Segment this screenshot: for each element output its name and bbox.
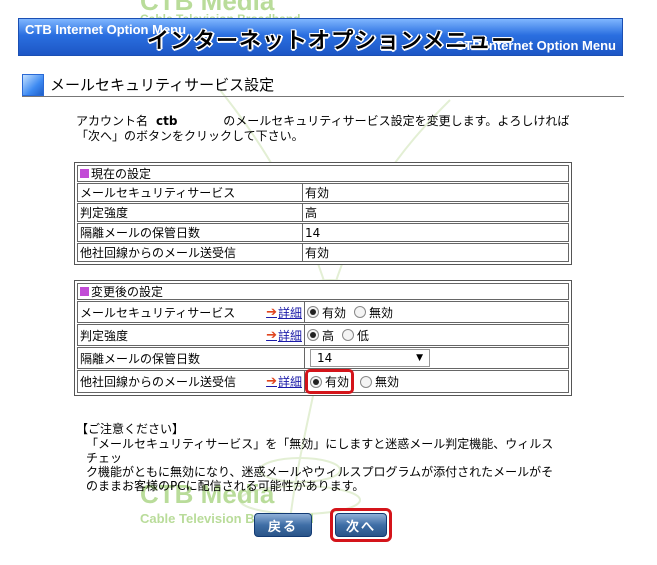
- notes-title: 【ご注意ください】: [76, 422, 185, 436]
- table-row: 隔離メールの保管日数 14: [77, 223, 569, 242]
- table-row: 判定強度 高: [77, 203, 569, 222]
- watermark-logo-top: CTB Media: [140, 0, 275, 16]
- retention-selected-value: 14: [317, 351, 333, 365]
- retention-cell: 14 ▼: [305, 348, 568, 368]
- service-detail-link[interactable]: ➔ 詳細: [266, 304, 302, 321]
- radio-label: 低: [357, 328, 370, 343]
- intro-prefix: アカウント名: [76, 114, 149, 128]
- radio-label: 高: [322, 328, 335, 343]
- intro-text-1: のメールセキュリティサービス設定を変更します。よろしければ: [223, 114, 570, 128]
- service-radio-off[interactable]: 無効: [354, 304, 393, 321]
- intro-text-2: 「次へ」のボタンをクリックして下さい。: [76, 129, 304, 143]
- section-header: メールセキュリティサービス設定: [22, 73, 624, 97]
- intro-text: アカウント名 ctb のメールセキュリティサービス設定を変更します。よろしければ …: [76, 114, 576, 144]
- chevron-down-icon: ▼: [416, 353, 423, 363]
- strength-radio-high[interactable]: 高: [307, 327, 334, 344]
- arrow-right-icon: ➔: [266, 327, 277, 343]
- radio-unchecked-icon: [360, 375, 373, 388]
- arrow-right-icon: ➔: [266, 304, 277, 320]
- row-label: メールセキュリティサービス: [78, 184, 303, 201]
- row-label: 隔離メールの保管日数: [78, 224, 303, 241]
- table-row: 他社回線からのメール送受信 有効: [77, 243, 569, 262]
- section-title: メールセキュリティサービス設定: [50, 76, 275, 94]
- strength-detail-link[interactable]: ➔ 詳細: [266, 327, 302, 344]
- notes-line-3: のままお客様のPCに配信される可能性があります。: [86, 479, 365, 493]
- arrow-right-icon: ➔: [266, 374, 277, 389]
- service-label: メールセキュリティサービス: [80, 305, 236, 320]
- radio-checked-icon: [307, 306, 319, 318]
- table-row: メールセキュリティサービス 有効: [77, 183, 569, 202]
- external-radio-on[interactable]: 有効: [304, 369, 355, 394]
- new-settings-table: 変更後の設定 メールセキュリティサービス ➔ 詳細 有効 無効 判定強度 ➔ 詳細 …: [74, 280, 572, 396]
- external-options: 有効 無効: [304, 369, 568, 394]
- radio-checked-icon: [307, 329, 319, 341]
- notes-body: 「メールセキュリティサービス」を「無効」にしますと迷惑メール判定機能、ウィルスチ…: [86, 437, 556, 493]
- radio-unchecked-icon: [342, 329, 355, 341]
- radio-label: 無効: [369, 305, 394, 320]
- setting-label-cell: 隔離メールの保管日数: [78, 348, 305, 368]
- external-radio-off[interactable]: 無効: [360, 373, 399, 390]
- retention-select[interactable]: 14 ▼: [310, 349, 430, 367]
- current-settings-header: 現在の設定: [77, 165, 569, 182]
- external-label: 他社回線からのメール送受信: [80, 375, 237, 389]
- notes-line-2: ク機能がともに無効になり、迷惑メールやウィルスプログラムが添付されたメールがそ: [86, 465, 554, 479]
- notes-line-1: 「メールセキュリティサービス」を「無効」にしますと迷惑メール判定機能、ウィルスチ…: [86, 437, 554, 465]
- strength-label: 判定強度: [80, 328, 129, 343]
- header-banner: CTB Internet Option Menu CTB Internet Op…: [18, 18, 623, 56]
- strength-options: 高 低: [305, 325, 568, 345]
- setting-label-cell: 他社回線からのメール送受信 ➔ 詳細: [78, 371, 305, 392]
- detail-link-text: 詳細: [277, 328, 302, 343]
- radio-checked-icon: [310, 375, 322, 388]
- setting-label-cell: メールセキュリティサービス ➔ 詳細: [78, 302, 305, 322]
- setting-row-retention: 隔離メールの保管日数 14 ▼: [77, 347, 569, 369]
- row-label: 判定強度: [78, 204, 303, 221]
- detail-link-text: 詳細: [277, 305, 302, 320]
- section-square-icon: [22, 73, 44, 96]
- radio-label: 無効: [375, 375, 400, 389]
- retention-label: 隔離メールの保管日数: [80, 351, 201, 366]
- section-marker-icon: [80, 169, 89, 178]
- next-button[interactable]: 次へ: [335, 513, 387, 537]
- setting-row-service: メールセキュリティサービス ➔ 詳細 有効 無効: [77, 301, 569, 323]
- section-marker-icon: [80, 287, 89, 296]
- setting-row-external: 他社回線からのメール送受信 ➔ 詳細 有効 無効: [77, 369, 569, 394]
- row-value: 有効: [305, 186, 330, 200]
- external-detail-link[interactable]: ➔ 詳細: [266, 373, 302, 390]
- service-options: 有効 無効: [305, 302, 568, 322]
- back-button[interactable]: 戻る: [254, 513, 312, 537]
- current-settings-table: 現在の設定 メールセキュリティサービス 有効 判定強度 高 隔離メールの保管日数…: [74, 162, 572, 265]
- detail-link-text: 詳細: [277, 375, 302, 389]
- row-value: 高: [305, 206, 318, 220]
- radio-unchecked-icon: [354, 306, 367, 318]
- account-name: ctb: [156, 114, 178, 128]
- row-label: 他社回線からのメール送受信: [78, 244, 303, 261]
- banner-title: インターネットオプションメニュー: [147, 29, 515, 54]
- new-settings-title: 変更後の設定: [91, 285, 164, 299]
- row-value: 有効: [305, 246, 330, 260]
- radio-label: 有効: [325, 375, 350, 389]
- setting-row-strength: 判定強度 ➔ 詳細 高 低: [77, 324, 569, 346]
- new-settings-header: 変更後の設定: [77, 283, 569, 300]
- radio-label: 有効: [322, 305, 347, 320]
- row-value: 14: [305, 225, 321, 240]
- setting-label-cell: 判定強度 ➔ 詳細: [78, 325, 305, 345]
- strength-radio-low[interactable]: 低: [342, 327, 369, 344]
- current-settings-title: 現在の設定: [91, 167, 152, 181]
- service-radio-on[interactable]: 有効: [307, 304, 346, 321]
